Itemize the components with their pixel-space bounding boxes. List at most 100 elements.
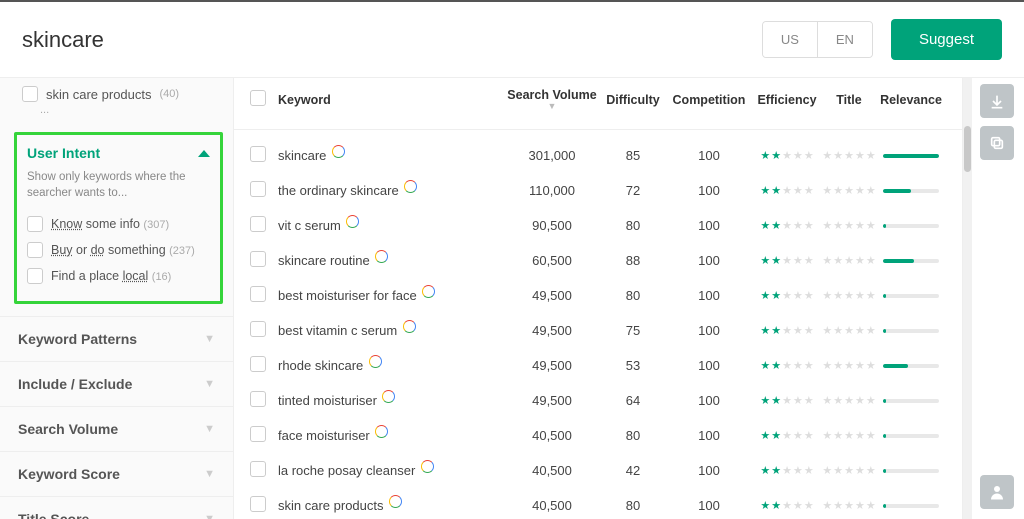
- keyword-text: best vitamin c serum: [278, 323, 397, 338]
- table-body: skincare301,00085100★★★★★★★★★★the ordina…: [234, 130, 962, 519]
- relevance-cell: [876, 259, 946, 263]
- row-checkbox[interactable]: [250, 146, 266, 162]
- language-button[interactable]: EN: [817, 22, 872, 57]
- competition-cell: 100: [666, 253, 752, 268]
- search-input[interactable]: [22, 27, 762, 53]
- difficulty-cell: 42: [600, 463, 666, 478]
- efficiency-cell: ★★★★★: [752, 289, 822, 302]
- filter-section[interactable]: Keyword Patterns▼: [0, 316, 233, 361]
- scrollbar[interactable]: [962, 78, 972, 519]
- row-checkbox[interactable]: [250, 496, 266, 512]
- table-row[interactable]: rhode skincare49,50053100★★★★★★★★★★: [234, 348, 962, 383]
- competition-cell: 100: [666, 183, 752, 198]
- keyword-text: tinted moisturiser: [278, 393, 377, 408]
- chevron-down-icon: ▼: [204, 333, 215, 345]
- title-cell: ★★★★★: [822, 429, 876, 442]
- table-row[interactable]: tinted moisturiser49,50064100★★★★★★★★★★: [234, 383, 962, 418]
- filter-section[interactable]: Title Score▼: [0, 496, 233, 519]
- row-checkbox[interactable]: [250, 391, 266, 407]
- scrollbar-thumb[interactable]: [964, 126, 971, 172]
- country-button[interactable]: US: [763, 22, 817, 57]
- row-checkbox[interactable]: [250, 321, 266, 337]
- keyword-text: skincare routine: [278, 253, 370, 268]
- row-checkbox[interactable]: [250, 461, 266, 477]
- col-keyword[interactable]: Keyword: [272, 93, 504, 107]
- row-checkbox[interactable]: [250, 426, 266, 442]
- table-row[interactable]: the ordinary skincare110,00072100★★★★★★★…: [234, 173, 962, 208]
- google-icon: [421, 461, 433, 473]
- filter-section[interactable]: Keyword Score▼: [0, 451, 233, 496]
- search-volume-cell: 40,500: [504, 498, 600, 513]
- user-intent-title: User Intent: [27, 145, 100, 161]
- search-volume-cell: 49,500: [504, 288, 600, 303]
- col-title[interactable]: Title: [822, 93, 876, 107]
- table-row[interactable]: la roche posay cleanser40,50042100★★★★★★…: [234, 453, 962, 488]
- col-relevance[interactable]: Relevance: [876, 93, 946, 107]
- topbar: US EN Suggest: [0, 2, 1024, 78]
- keyword-text: la roche posay cleanser: [278, 463, 415, 478]
- chevron-down-icon: ▼: [204, 468, 215, 480]
- keyword-text: face moisturiser: [278, 428, 370, 443]
- table-row[interactable]: skincare301,00085100★★★★★★★★★★: [234, 138, 962, 173]
- title-cell: ★★★★★: [822, 359, 876, 372]
- keyword-text: rhode skincare: [278, 358, 363, 373]
- table-row[interactable]: skincare routine60,50088100★★★★★★★★★★: [234, 243, 962, 278]
- row-checkbox[interactable]: [250, 286, 266, 302]
- google-icon: [347, 216, 359, 228]
- row-checkbox[interactable]: [250, 216, 266, 232]
- user-button[interactable]: [980, 475, 1014, 509]
- row-checkbox[interactable]: [250, 251, 266, 267]
- checkbox[interactable]: [27, 268, 43, 284]
- user-intent-header[interactable]: User Intent: [27, 145, 210, 161]
- col-efficiency[interactable]: Efficiency: [752, 93, 822, 107]
- efficiency-cell: ★★★★★: [752, 219, 822, 232]
- row-checkbox[interactable]: [250, 181, 266, 197]
- relevance-cell: [876, 294, 946, 298]
- google-icon: [332, 146, 344, 158]
- select-all-checkbox[interactable]: [250, 90, 266, 106]
- difficulty-cell: 53: [600, 358, 666, 373]
- filter-section[interactable]: Search Volume▼: [0, 406, 233, 451]
- relevance-cell: [876, 504, 946, 508]
- export-button[interactable]: [980, 84, 1014, 118]
- difficulty-cell: 80: [600, 498, 666, 513]
- suggest-button[interactable]: Suggest: [891, 19, 1002, 60]
- google-icon: [423, 286, 435, 298]
- seed-keyword-count: (40): [160, 88, 180, 100]
- col-competition[interactable]: Competition: [666, 93, 752, 107]
- intent-option[interactable]: Find a place local (16): [27, 263, 210, 289]
- checkbox[interactable]: [27, 216, 43, 232]
- table-row[interactable]: face moisturiser40,50080100★★★★★★★★★★: [234, 418, 962, 453]
- col-search-volume[interactable]: Search Volume ▼: [504, 88, 600, 111]
- table-row[interactable]: best moisturiser for face49,50080100★★★★…: [234, 278, 962, 313]
- efficiency-cell: ★★★★★: [752, 149, 822, 162]
- table-row[interactable]: vit c serum90,50080100★★★★★★★★★★: [234, 208, 962, 243]
- title-cell: ★★★★★: [822, 289, 876, 302]
- search-volume-cell: 49,500: [504, 358, 600, 373]
- filter-section[interactable]: Include / Exclude▼: [0, 361, 233, 406]
- table-row[interactable]: best vitamin c serum49,50075100★★★★★★★★★…: [234, 313, 962, 348]
- relevance-cell: [876, 364, 946, 368]
- seed-keyword-label: skin care products: [46, 87, 152, 102]
- row-checkbox[interactable]: [250, 356, 266, 372]
- google-icon: [369, 356, 381, 368]
- checkbox[interactable]: [27, 242, 43, 258]
- intent-option[interactable]: Buy or do something (237): [27, 237, 210, 263]
- checkbox[interactable]: [22, 86, 38, 102]
- copy-icon: [989, 135, 1005, 151]
- efficiency-cell: ★★★★★: [752, 184, 822, 197]
- user-intent-panel: User Intent Show only keywords where the…: [14, 132, 223, 304]
- google-icon: [390, 496, 402, 508]
- keyword-text: best moisturiser for face: [278, 288, 417, 303]
- col-difficulty[interactable]: Difficulty: [600, 93, 666, 107]
- table-row[interactable]: skin care products40,50080100★★★★★★★★★★: [234, 488, 962, 519]
- copy-button[interactable]: [980, 126, 1014, 160]
- chevron-down-icon: ▼: [204, 378, 215, 390]
- intent-option[interactable]: Know some info (307): [27, 211, 210, 237]
- difficulty-cell: 80: [600, 288, 666, 303]
- competition-cell: 100: [666, 323, 752, 338]
- difficulty-cell: 85: [600, 148, 666, 163]
- efficiency-cell: ★★★★★: [752, 464, 822, 477]
- seed-keyword-row[interactable]: skin care products (40): [0, 78, 233, 104]
- user-icon: [988, 483, 1006, 501]
